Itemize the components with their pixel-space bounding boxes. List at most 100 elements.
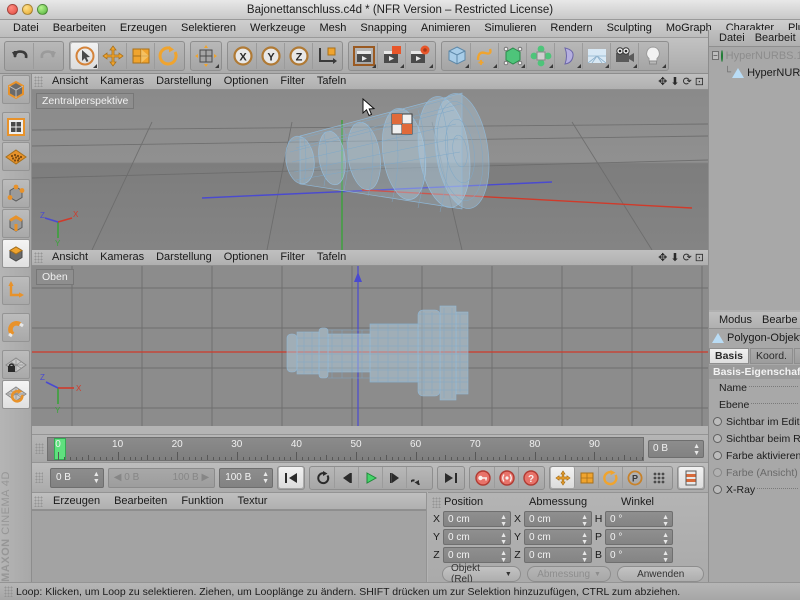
attribute-check-color-view[interactable]: Farbe (Ansicht) <box>709 464 800 481</box>
attr-menu-bearbeiten[interactable]: Bearbe <box>757 312 800 328</box>
attr-menu-modus[interactable]: Modus <box>714 312 757 328</box>
timeline-ruler[interactable]: 0102030405060708090100 <box>47 437 644 461</box>
angle-h-field[interactable]: 0 °▲▼ <box>605 511 673 527</box>
record-keyframe-button[interactable] <box>471 467 495 488</box>
keyframe-selection-button[interactable]: ? <box>519 467 543 488</box>
axis-mode[interactable] <box>2 276 30 305</box>
add-spline[interactable] <box>471 43 499 69</box>
panel-grip-icon[interactable] <box>34 76 43 87</box>
pan-icon[interactable]: ✥ <box>658 75 667 88</box>
stepper-icon[interactable]: ▲▼ <box>662 550 669 564</box>
attribute-field-ebene[interactable]: Ebene <box>709 396 800 413</box>
attribute-field-name[interactable]: Name <box>709 379 800 396</box>
rotate-tool[interactable] <box>155 43 183 69</box>
mat-menu-funktion[interactable]: Funktion <box>174 493 230 509</box>
expander-icon[interactable]: − <box>712 51 719 60</box>
maximize-icon[interactable]: ⊡ <box>695 75 704 88</box>
dolly-icon[interactable]: ⬇ <box>670 75 679 88</box>
tab-koord[interactable]: Koord. <box>750 348 793 364</box>
panel-grip-icon[interactable] <box>34 252 43 263</box>
snap-settings[interactable] <box>2 313 30 342</box>
lock-workplane[interactable] <box>2 350 30 379</box>
menu-item-sculpting[interactable]: Sculpting <box>600 20 659 37</box>
attribute-check-enable-color[interactable]: Farbe aktivieren <box>709 447 800 464</box>
tab-pho[interactable]: Pho <box>794 348 800 364</box>
step-forward-button[interactable] <box>383 467 407 488</box>
world-object-coords[interactable] <box>313 43 341 69</box>
key-position-button[interactable] <box>551 467 575 488</box>
stepper-icon[interactable]: ▲▼ <box>500 514 507 528</box>
edge-mode[interactable] <box>2 209 30 238</box>
vp2-menu-ansicht[interactable]: Ansicht <box>46 250 94 265</box>
lock-x-axis[interactable]: X <box>229 43 257 69</box>
material-list[interactable] <box>32 510 426 582</box>
texture-mode[interactable] <box>2 142 30 171</box>
radio-icon[interactable] <box>713 485 722 494</box>
stepper-icon[interactable]: ▲▼ <box>693 443 700 457</box>
object-row-hypernurbs-parent[interactable]: − HyperNURBS.1 <box>709 47 800 64</box>
polygon-mode[interactable] <box>2 239 30 268</box>
size-z-field[interactable]: 0 cm▲▼ <box>524 547 592 563</box>
render-view[interactable] <box>350 43 378 69</box>
orbit-icon[interactable]: ⟳ <box>683 75 692 88</box>
panel-grip-icon[interactable] <box>34 496 43 507</box>
mat-menu-erzeugen[interactable]: Erzeugen <box>46 493 107 509</box>
loop-button[interactable] <box>311 467 335 488</box>
timeline-panel-button[interactable] <box>679 467 703 488</box>
autokey-button[interactable] <box>495 467 519 488</box>
lock-y-axis[interactable]: Y <box>257 43 285 69</box>
vp2-menu-darstellung[interactable]: Darstellung <box>150 250 218 265</box>
play-button[interactable] <box>359 467 383 488</box>
menu-item-rendern[interactable]: Rendern <box>543 20 599 37</box>
menu-item-mesh[interactable]: Mesh <box>312 20 353 37</box>
angle-b-field[interactable]: 0 °▲▼ <box>605 547 673 563</box>
vp1-menu-tafeln[interactable]: Tafeln <box>311 74 352 89</box>
vp1-menu-filter[interactable]: Filter <box>274 74 310 89</box>
select-tool[interactable] <box>71 43 99 69</box>
size-x-field[interactable]: 0 cm▲▼ <box>524 511 592 527</box>
stepper-icon[interactable]: ▲▼ <box>581 532 588 546</box>
vp1-menu-optionen[interactable]: Optionen <box>218 74 275 89</box>
attribute-check-visible-render[interactable]: Sichtbar beim Ren <box>709 430 800 447</box>
workplane-rotate[interactable] <box>2 380 30 409</box>
menu-item-bearbeiten[interactable]: Bearbeiten <box>46 20 113 37</box>
go-to-end-button[interactable] <box>439 467 463 488</box>
vp2-menu-tafeln[interactable]: Tafeln <box>311 250 352 265</box>
point-mode[interactable] <box>2 179 30 208</box>
go-to-start-button[interactable] <box>279 467 303 488</box>
angle-p-field[interactable]: 0 °▲▼ <box>605 529 673 545</box>
menu-item-selektieren[interactable]: Selektieren <box>174 20 243 37</box>
vp2-menu-kameras[interactable]: Kameras <box>94 250 150 265</box>
apply-button[interactable]: Anwenden <box>617 566 704 582</box>
maximize-icon[interactable]: ⊡ <box>695 251 704 264</box>
redo-button[interactable] <box>34 43 62 69</box>
current-frame-field[interactable]: 0 B ▲▼ <box>50 468 104 488</box>
size-mode-dropdown[interactable]: Abmessung ▼ <box>527 566 612 582</box>
step-back-button[interactable] <box>335 467 359 488</box>
menu-item-werkzeuge[interactable]: Werkzeuge <box>243 20 312 37</box>
key-parameter-button[interactable]: P <box>623 467 647 488</box>
orbit-icon[interactable]: ⟳ <box>683 251 692 264</box>
top-canvas[interactable]: Oben <box>32 266 708 426</box>
object-tree[interactable]: − HyperNURBS.1 └ HyperNURBS <box>709 47 800 310</box>
key-rotation-button[interactable] <box>599 467 623 488</box>
dolly-icon[interactable]: ⬇ <box>670 251 679 264</box>
vp2-menu-optionen[interactable]: Optionen <box>218 250 275 265</box>
perspective-canvas[interactable]: Zentralperspektive <box>32 90 708 250</box>
preview-end-field[interactable]: 100 B ▲▼ <box>219 468 273 488</box>
mat-menu-bearbeiten[interactable]: Bearbeiten <box>107 493 174 509</box>
make-editable[interactable] <box>2 75 30 104</box>
menu-item-erzeugen[interactable]: Erzeugen <box>113 20 174 37</box>
vp2-menu-filter[interactable]: Filter <box>274 250 310 265</box>
mat-menu-textur[interactable]: Textur <box>231 493 275 509</box>
stepper-icon[interactable]: ▲▼ <box>581 550 588 564</box>
panel-grip-icon[interactable] <box>35 443 44 454</box>
menu-item-simulieren[interactable]: Simulieren <box>477 20 543 37</box>
object-row-hypernurbs-child[interactable]: └ HyperNURBS <box>709 64 800 81</box>
vp1-menu-ansicht[interactable]: Ansicht <box>46 74 94 89</box>
add-light[interactable] <box>639 43 667 69</box>
menu-item-datei[interactable]: Datei <box>6 20 46 37</box>
vp1-menu-kameras[interactable]: Kameras <box>94 74 150 89</box>
add-deformer[interactable] <box>555 43 583 69</box>
object-mode-dropdown[interactable]: Objekt (Rel) ▼ <box>442 566 521 582</box>
